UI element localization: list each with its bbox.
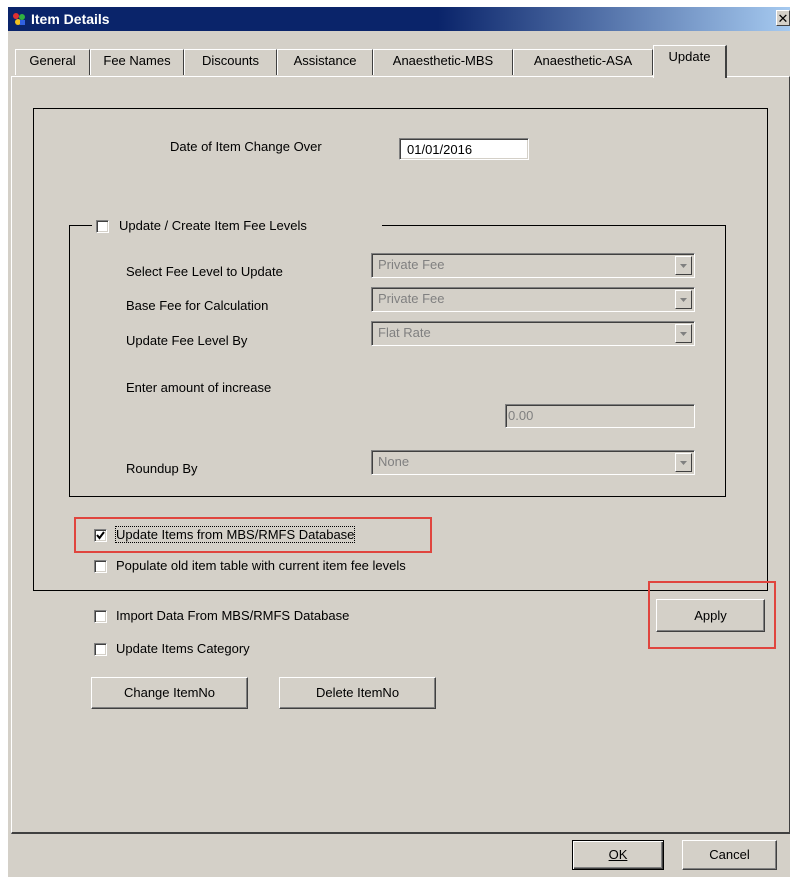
changeover-date-input[interactable]: 01/01/2016 <box>399 138 529 160</box>
select-fee-level-value: Private Fee <box>378 257 445 272</box>
tab-fee-names[interactable]: Fee Names <box>90 49 184 75</box>
cancel-button[interactable]: Cancel <box>682 840 777 870</box>
tab-discounts[interactable]: Discounts <box>184 49 277 75</box>
increase-amount-label: Enter amount of increase <box>126 380 272 395</box>
ok-button[interactable]: OK <box>572 840 664 870</box>
update-items-mbs-highlight <box>74 517 432 553</box>
title-bar[interactable]: Item Details ✕ <box>8 7 790 31</box>
roundup-combo[interactable]: None <box>371 450 695 475</box>
chevron-down-icon[interactable] <box>675 290 692 309</box>
apply-highlight <box>648 581 776 649</box>
fee-levels-legend: Update / Create Item Fee Levels <box>92 217 382 235</box>
roundup-label: Roundup By <box>126 461 198 476</box>
item-details-window: Item Details ✕ General Fee Names Discoun… <box>8 7 790 877</box>
tab-general[interactable]: General <box>15 49 90 75</box>
populate-old-checkbox[interactable] <box>94 560 107 573</box>
roundup-value: None <box>378 454 410 469</box>
select-fee-level-combo[interactable]: Private Fee <box>371 253 695 278</box>
tab-anaesthetic-mbs[interactable]: Anaesthetic-MBS <box>373 49 513 75</box>
increase-amount-input[interactable]: 0.00 <box>505 404 695 428</box>
fee-levels-checkbox-label: Update / Create Item Fee Levels <box>119 218 307 233</box>
base-fee-combo[interactable]: Private Fee <box>371 287 695 312</box>
update-category-label: Update Items Category <box>116 641 250 656</box>
chevron-down-icon[interactable] <box>675 453 692 472</box>
chevron-down-icon[interactable] <box>675 256 692 275</box>
update-tab-panel: Date of Item Change Over 01/01/2016 Upda… <box>11 76 790 834</box>
increase-amount-value: 0.00 <box>508 408 534 423</box>
base-fee-value: Private Fee <box>378 291 445 306</box>
changeover-date-label: Date of Item Change Over <box>170 139 322 154</box>
ok-button-label: OK <box>608 847 628 862</box>
app-icon <box>13 13 25 25</box>
populate-old-label: Populate old item table with current ite… <box>116 558 406 573</box>
import-data-label: Import Data From MBS/RMFS Database <box>116 608 350 623</box>
chevron-down-icon[interactable] <box>675 324 692 343</box>
import-data-checkbox[interactable] <box>94 610 107 623</box>
tab-assistance[interactable]: Assistance <box>277 49 373 75</box>
select-fee-level-label: Select Fee Level to Update <box>126 264 283 279</box>
close-icon[interactable]: ✕ <box>776 10 790 26</box>
tab-anaesthetic-asa[interactable]: Anaesthetic-ASA <box>513 49 653 75</box>
tab-update[interactable]: Update <box>653 45 727 78</box>
update-fee-by-value: Flat Rate <box>378 325 431 340</box>
base-fee-label: Base Fee for Calculation <box>126 298 269 313</box>
change-itemno-button[interactable]: Change ItemNo <box>91 677 248 709</box>
update-fee-by-label: Update Fee Level By <box>126 333 248 348</box>
window-title: Item Details <box>31 11 110 27</box>
changeover-date-value: 01/01/2016 <box>407 142 473 157</box>
fee-levels-checkbox[interactable] <box>96 220 109 233</box>
update-fee-by-combo[interactable]: Flat Rate <box>371 321 695 346</box>
update-category-checkbox[interactable] <box>94 643 107 656</box>
delete-itemno-button[interactable]: Delete ItemNo <box>279 677 436 709</box>
